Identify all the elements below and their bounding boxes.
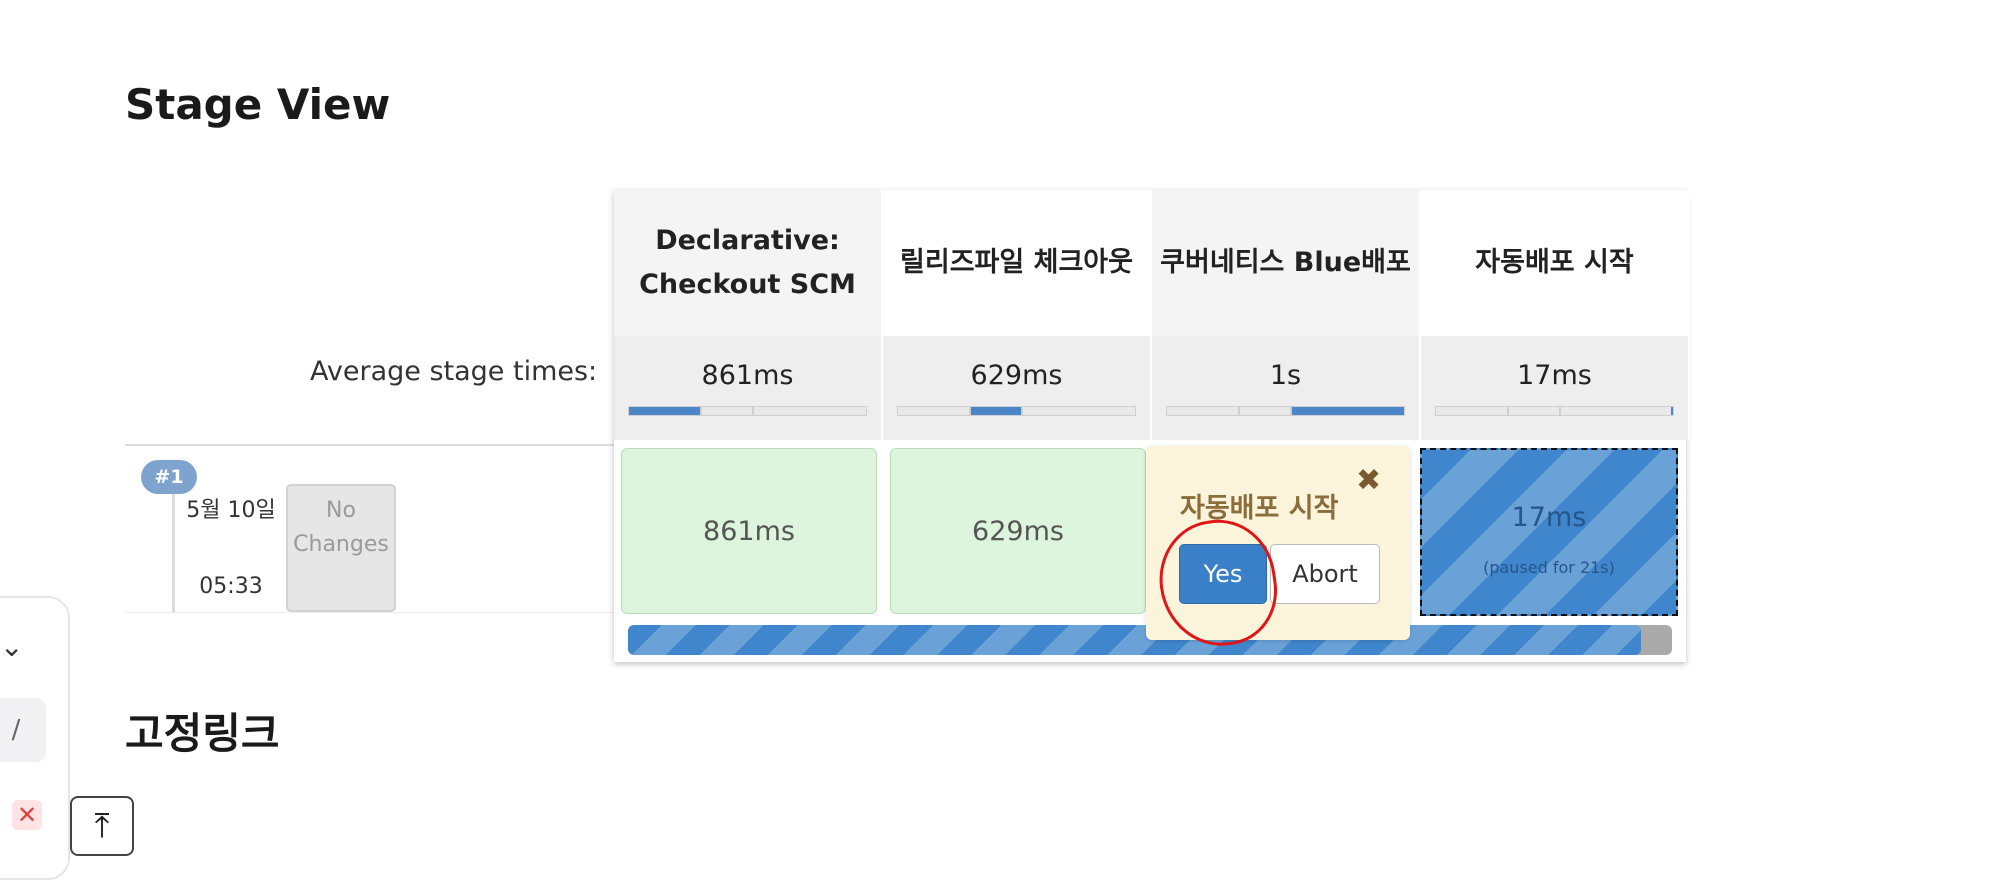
permalinks-title: 고정링크 — [125, 709, 280, 758]
avg-time-release-checkout: 629ms — [883, 336, 1152, 440]
stage-header-auto-deploy: 자동배포 시작 — [1421, 190, 1690, 336]
avg-time-bar — [1435, 406, 1674, 416]
paused-time: 17ms — [1511, 502, 1587, 533]
stage-header-checkout: Declarative: Checkout SCM — [614, 190, 883, 336]
build-date-box[interactable]: 5월 10일 05:33 — [172, 484, 287, 612]
no-changes-box: No Changes — [286, 484, 396, 612]
slash-shortcut-key[interactable]: / — [0, 698, 46, 762]
build-time: 05:33 — [199, 574, 263, 599]
build-date: 5월 10일 — [186, 498, 276, 523]
run-cell-checkout[interactable]: 861ms — [621, 448, 877, 614]
avg-time-checkout: 861ms — [614, 336, 883, 440]
build-progress-fill — [628, 625, 1641, 655]
paused-duration: (paused for 21s) — [1483, 558, 1615, 577]
stage-header-k8s-blue-deploy: 쿠버네티스 Blue배포 — [1152, 190, 1421, 336]
row-bottom-line — [125, 612, 615, 613]
avg-time-auto-deploy: 17ms — [1421, 336, 1690, 440]
scroll-to-top-button[interactable]: ⤒ — [70, 796, 134, 856]
close-icon[interactable]: ✕ — [12, 800, 42, 830]
avg-time-text: 861ms — [701, 360, 794, 391]
avg-time-text: 17ms — [1517, 360, 1592, 391]
avg-time-text: 629ms — [970, 360, 1063, 391]
build-number-badge[interactable]: #1 — [141, 460, 197, 494]
close-icon[interactable]: ✖ — [1356, 466, 1381, 496]
avg-time-bar — [1166, 406, 1405, 416]
avg-time-bar — [897, 406, 1136, 416]
run-cell-release-checkout[interactable]: 629ms — [890, 448, 1146, 614]
avg-time-k8s-blue-deploy: 1s — [1152, 336, 1421, 440]
popover-title: 자동배포 시작 — [1180, 493, 1339, 524]
stage-view-title: Stage View — [125, 80, 391, 129]
row-divider — [125, 444, 615, 446]
run-cell-auto-deploy-paused[interactable]: 17ms (paused for 21s) — [1420, 448, 1678, 616]
chevron-down-icon[interactable]: ⌄ — [0, 630, 23, 663]
avg-time-text: 1s — [1269, 360, 1302, 391]
average-stage-times-label: Average stage times: — [310, 356, 598, 387]
stage-header-release-checkout: 릴리즈파일 체크아웃 — [883, 190, 1152, 336]
abort-button[interactable]: Abort — [1270, 544, 1380, 604]
avg-time-bar — [628, 406, 867, 416]
